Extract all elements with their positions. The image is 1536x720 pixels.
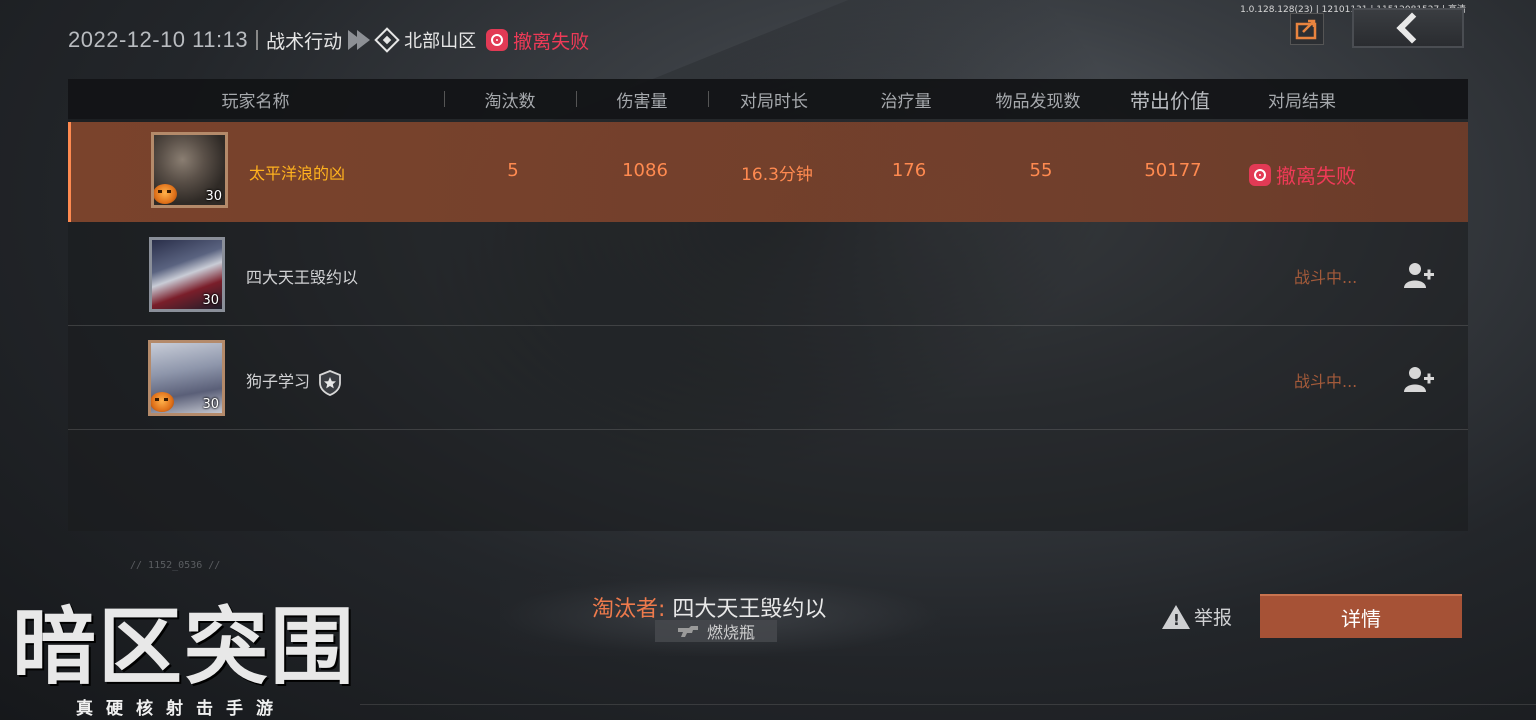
table-row-self[interactable]: 30 太平洋浪的凶 5 1086 16.3分钟 176 55 50177 撤离失…: [68, 122, 1468, 222]
header-damage: 伤害量: [616, 91, 668, 112]
pumpkin-badge-icon: [154, 184, 177, 204]
header-result: 对局结果: [1268, 91, 1336, 112]
double-chevron-icon: [348, 30, 371, 50]
player-status: 战斗中...: [1294, 372, 1358, 391]
header-healing: 治疗量: [880, 91, 932, 112]
match-header: 2022-12-10 11:13 战术行动 北部山区 撤离失败: [68, 24, 589, 56]
avatar[interactable]: 30: [151, 132, 228, 208]
stat-damage: 1086: [622, 160, 668, 181]
table-row[interactable]: 30 四大天王毁约以 战斗中...: [68, 222, 1468, 326]
back-arrow-icon: [1396, 12, 1428, 44]
header-divider: [256, 30, 259, 50]
warning-icon: [1162, 604, 1190, 629]
weapon-name: 燃烧瓶: [706, 623, 755, 642]
avatar[interactable]: 30: [148, 340, 225, 416]
weapon-icon: [677, 626, 698, 637]
player-result-text: 撤离失败: [1276, 164, 1356, 188]
header-items: 物品发现数: [995, 91, 1081, 112]
match-result-table: 玩家名称 淘汰数 伤害量 对局时长 治疗量 物品发现数 带出价值 对局结果 30…: [68, 79, 1468, 531]
header-divider: [444, 91, 445, 107]
match-result-badge: 撤离失败: [486, 27, 589, 54]
player-result: 撤离失败: [1249, 160, 1356, 189]
stat-items: 55: [1029, 160, 1053, 181]
share-icon: [1295, 19, 1317, 40]
player-level: 30: [202, 397, 219, 412]
player-name[interactable]: 太平洋浪的凶: [249, 160, 345, 184]
player-status: 战斗中...: [1294, 268, 1358, 287]
killer-weapon: 燃烧瓶: [655, 620, 777, 642]
detail-button[interactable]: 详情: [1260, 594, 1462, 638]
back-button[interactable]: [1352, 8, 1464, 48]
map-marker-icon: [374, 27, 400, 53]
header-value: 带出价值: [1130, 88, 1210, 113]
player-level: 30: [202, 293, 219, 308]
killer-label: 淘汰者:: [592, 597, 666, 622]
coordinates-readout: // 1152_0536 //: [130, 560, 221, 571]
header-divider: [576, 91, 577, 107]
table-row[interactable]: 30 狗子学习 战斗中...: [68, 326, 1468, 430]
match-result-text: 撤离失败: [513, 30, 590, 53]
share-button[interactable]: [1290, 13, 1324, 45]
stat-duration: 16.3分钟: [741, 165, 813, 185]
extraction-fail-icon: [486, 29, 509, 51]
extraction-fail-icon: [1249, 163, 1271, 186]
logo-subtitle: 真硬核射击手游: [76, 699, 286, 719]
header-duration: 对局时长: [740, 91, 808, 112]
shield-star-icon: [319, 369, 342, 396]
report-button[interactable]: 举报: [1162, 603, 1232, 630]
stat-healing: 176: [891, 160, 927, 181]
report-label: 举报: [1194, 607, 1233, 629]
player-name-wrap[interactable]: 狗子学习: [246, 368, 342, 396]
header-kills: 淘汰数: [484, 91, 536, 112]
stat-value: 50177: [1144, 160, 1202, 181]
header-divider: [708, 91, 709, 107]
logo-title: 暗区突围: [12, 598, 357, 696]
pumpkin-badge-icon: [151, 392, 174, 412]
header-player-name: 玩家名称: [221, 91, 290, 112]
match-mode: 战术行动: [266, 30, 343, 53]
player-name: 狗子学习: [246, 372, 311, 391]
stat-kills: 5: [507, 160, 519, 181]
avatar[interactable]: 30: [149, 237, 225, 312]
player-name[interactable]: 四大天王毁约以: [246, 264, 358, 288]
map-name: 北部山区: [404, 31, 477, 52]
table-header: 玩家名称 淘汰数 伤害量 对局时长 治疗量 物品发现数 带出价值 对局结果: [68, 79, 1468, 119]
game-logo: 暗区突围 真硬核射击手游: [12, 602, 362, 720]
match-datetime: 2022-12-10 11:13: [68, 27, 249, 52]
player-level: 30: [205, 189, 222, 204]
add-friend-icon[interactable]: [1403, 260, 1435, 290]
bottom-divider: [360, 704, 1536, 705]
add-friend-icon[interactable]: [1403, 364, 1435, 394]
